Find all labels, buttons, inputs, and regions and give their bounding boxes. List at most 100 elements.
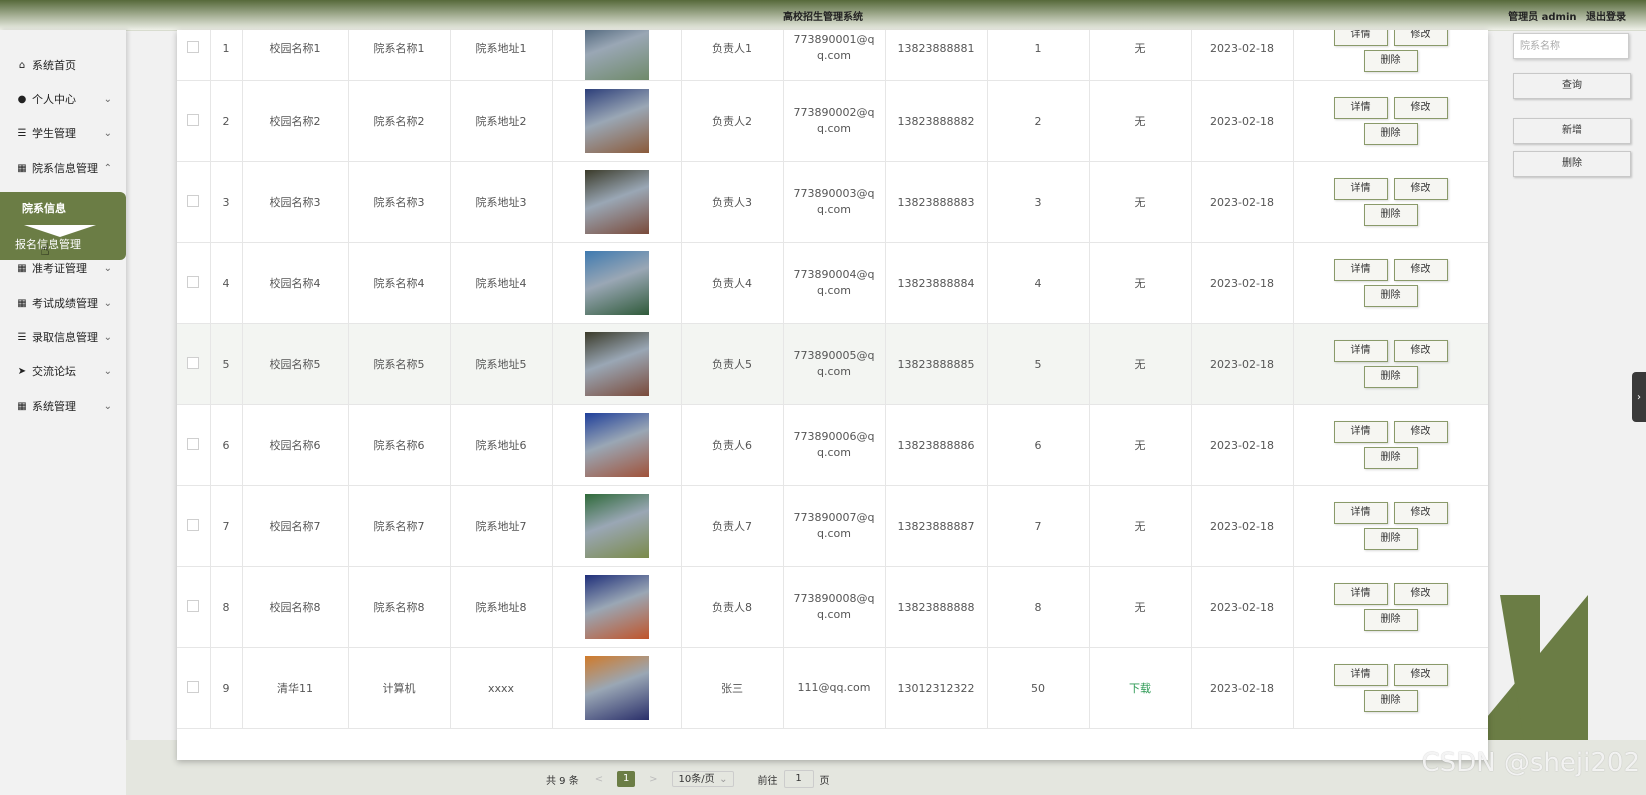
sidebar-item-scores[interactable]: ▦ 考试成绩管理 ⌄ — [0, 286, 126, 320]
sidebar-item-admission-ticket[interactable]: ▦ 准考证管理 ⌄ — [0, 251, 126, 285]
sidebar-item-profile[interactable]: ● 个人中心 ⌄ — [0, 82, 126, 116]
checkbox-cell[interactable] — [177, 566, 211, 648]
checkbox-cell[interactable] — [177, 647, 211, 729]
row-delete-button[interactable]: 删除 — [1363, 366, 1418, 388]
page-button-1[interactable]: 1 — [617, 771, 636, 787]
row-delete-button[interactable]: 删除 — [1363, 123, 1418, 145]
row-delete-button[interactable]: 删除 — [1363, 204, 1418, 226]
download-link[interactable]: 下载 — [1129, 682, 1151, 695]
logout-link[interactable]: 退出登录 — [1586, 12, 1626, 23]
list-icon: ☰ — [17, 331, 27, 343]
row-checkbox[interactable] — [187, 680, 200, 693]
row-delete-button[interactable]: 删除 — [1363, 50, 1418, 72]
edit-button[interactable]: 修改 — [1393, 502, 1448, 524]
row-checkbox[interactable] — [187, 599, 200, 612]
department-photo[interactable] — [584, 575, 649, 639]
edit-button[interactable]: 修改 — [1393, 340, 1448, 362]
detail-button[interactable]: 详情 — [1333, 502, 1388, 524]
table-row: 2 校园名称2 院系名称2 院系地址2 负责人2 773890002@qq.com 1382… — [177, 80, 1488, 162]
email: 773890008@qq.com — [793, 592, 875, 621]
checkbox-cell[interactable] — [177, 323, 211, 405]
email-cell: 773890005@qq.com — [783, 323, 886, 405]
sidebar-item-system[interactable]: ▦ 系统管理 ⌄ — [0, 389, 126, 423]
checkbox-cell[interactable] — [177, 161, 211, 243]
sidebar-item-home[interactable]: ⌂ 系统首页 — [0, 48, 126, 82]
department-name: 院系名称7 — [373, 520, 425, 533]
row-delete-button[interactable]: 删除 — [1363, 528, 1418, 550]
sidebar-item-admission[interactable]: ☰ 录取信息管理 ⌄ — [0, 320, 126, 354]
detail-button[interactable]: 详情 — [1333, 30, 1388, 46]
goto-page-input[interactable]: 1 — [783, 770, 814, 788]
email: 773890003@qq.com — [793, 187, 875, 216]
delete-button[interactable]: 删除 — [1513, 151, 1631, 177]
detail-button[interactable]: 详情 — [1333, 583, 1388, 605]
row-checkbox[interactable] — [187, 356, 200, 369]
file-cell: 无 — [1089, 242, 1192, 324]
sidebar-item-forum[interactable]: ➤ 交流论坛 ⌄ — [0, 354, 126, 388]
department-cell: 院系名称8 — [348, 566, 451, 648]
page-size-select[interactable]: 10条/页 ⌄ — [671, 771, 734, 787]
edit-button[interactable]: 修改 — [1393, 97, 1448, 119]
address-cell: 院系地址8 — [450, 566, 553, 648]
campus-name: 校园名称2 — [269, 115, 321, 128]
checkbox-cell[interactable] — [177, 30, 211, 81]
image-cell — [552, 323, 682, 405]
checkbox-cell[interactable] — [177, 80, 211, 162]
row-checkbox[interactable] — [187, 194, 200, 207]
campus-name: 校园名称7 — [269, 520, 321, 533]
search-input[interactable]: 院系名称 — [1513, 33, 1629, 59]
detail-button[interactable]: 详情 — [1333, 340, 1388, 362]
department-photo[interactable] — [584, 170, 649, 234]
department-name: 计算机 — [382, 682, 416, 695]
campus-cell: 校园名称3 — [242, 161, 349, 243]
sidebar-item-departments[interactable]: ▦ 院系信息管理 ⌃ — [0, 151, 126, 185]
row-checkbox[interactable] — [187, 40, 200, 53]
add-button[interactable]: 新增 — [1513, 118, 1631, 144]
detail-button[interactable]: 详情 — [1333, 664, 1388, 686]
department-photo[interactable] — [584, 656, 649, 720]
detail-button[interactable]: 详情 — [1333, 178, 1388, 200]
department-photo[interactable] — [584, 494, 649, 558]
department-photo[interactable] — [584, 251, 649, 315]
edit-button[interactable]: 修改 — [1393, 421, 1448, 443]
row-delete-button[interactable]: 删除 — [1363, 609, 1418, 631]
row-delete-button[interactable]: 删除 — [1363, 447, 1418, 469]
checkbox-cell[interactable] — [177, 485, 211, 567]
email-cell: 773890004@qq.com — [783, 242, 886, 324]
row-checkbox[interactable] — [187, 113, 200, 126]
edit-button[interactable]: 修改 — [1393, 30, 1448, 46]
department-photo[interactable] — [584, 30, 649, 80]
row-checkbox[interactable] — [187, 437, 200, 450]
grid-icon: ▦ — [17, 162, 27, 174]
edit-button[interactable]: 修改 — [1393, 259, 1448, 281]
detail-button[interactable]: 详情 — [1333, 421, 1388, 443]
edit-button[interactable]: 修改 — [1393, 178, 1448, 200]
checkbox-cell[interactable] — [177, 242, 211, 324]
address-cell: 院系地址5 — [450, 323, 553, 405]
department-photo[interactable] — [584, 413, 649, 477]
query-button[interactable]: 查询 — [1513, 73, 1631, 99]
image-cell — [552, 404, 682, 486]
detail-button[interactable]: 详情 — [1333, 259, 1388, 281]
sidebar-item-students[interactable]: ☰ 学生管理 ⌄ — [0, 116, 126, 150]
department-photo[interactable] — [584, 332, 649, 396]
row-checkbox[interactable] — [187, 275, 200, 288]
prev-page-button[interactable]: < — [595, 774, 603, 785]
row-delete-button[interactable]: 删除 — [1363, 690, 1418, 712]
edit-button[interactable]: 修改 — [1393, 583, 1448, 605]
row-index: 6 — [222, 438, 230, 452]
sidebar-item-label: 考试成绩管理 — [32, 297, 98, 310]
chevron-right-icon[interactable]: › — [1632, 372, 1646, 422]
submenu-department-info[interactable]: 院系信息 报名信息管理 — [0, 192, 126, 260]
department-photo[interactable] — [584, 89, 649, 153]
department-cell: 院系名称3 — [348, 161, 451, 243]
checkbox-cell[interactable] — [177, 404, 211, 486]
row-index: 1 — [222, 41, 230, 55]
detail-button[interactable]: 详情 — [1333, 97, 1388, 119]
edit-button[interactable]: 修改 — [1393, 664, 1448, 686]
row-delete-button[interactable]: 删除 — [1363, 285, 1418, 307]
next-page-button[interactable]: > — [649, 774, 657, 785]
submenu-item-label[interactable]: 院系信息 — [22, 200, 66, 216]
row-checkbox[interactable] — [187, 518, 200, 531]
email-cell: 773890007@qq.com — [783, 485, 886, 567]
